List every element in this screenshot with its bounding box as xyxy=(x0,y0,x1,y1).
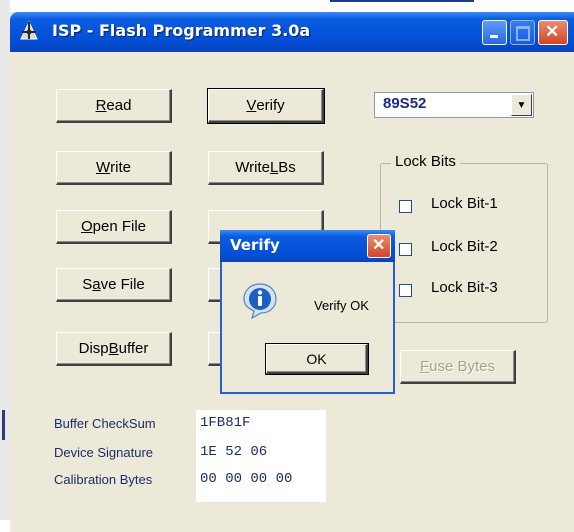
write-button[interactable]: Write xyxy=(56,151,172,185)
read-button[interactable]: Read xyxy=(56,89,172,123)
calibration-bytes-label: Calibration Bytes xyxy=(54,472,153,487)
desktop-mark xyxy=(2,410,5,440)
desktop-edge xyxy=(0,0,10,520)
lock-bit-2-label: Lock Bit-2 xyxy=(431,238,498,255)
title-bar[interactable]: ISP - Flash Programmer 3.0a xyxy=(10,12,574,52)
save-file-button-access-key: a xyxy=(92,276,101,293)
fuse-bytes-button-label: use Bytes xyxy=(429,358,496,375)
dialog-title-bar[interactable]: Verify xyxy=(220,230,395,262)
save-file-button-label: ve File xyxy=(100,276,145,293)
lock-bit-2-checkbox[interactable] xyxy=(399,243,412,256)
lock-bit-1-label: Lock Bit-1 xyxy=(431,195,498,212)
isp-app-icon[interactable] xyxy=(18,20,40,42)
device-select-value: 89S52 xyxy=(383,95,427,112)
device-signature-value: 1E 52 06 xyxy=(200,444,268,460)
save-file-button-label-pre: S xyxy=(82,276,93,293)
device-signature-label: Device Signature xyxy=(54,445,153,460)
save-file-button[interactable]: Sa ve File xyxy=(56,268,172,302)
buffer-checksum-label: Buffer CheckSum xyxy=(54,416,156,431)
lock-bit-3-checkbox[interactable] xyxy=(399,284,412,297)
chevron-down-icon[interactable]: ▼ xyxy=(511,94,532,116)
verify-button-access-key: V xyxy=(246,97,257,114)
desktop-window-edge xyxy=(330,0,474,2)
write-lbs-button[interactable]: Write L Bs xyxy=(208,151,324,185)
disp-buffer-button-access-key: B xyxy=(108,340,119,357)
dialog-message: Verify OK xyxy=(314,298,369,313)
read-button-label: ead xyxy=(106,97,132,114)
write-button-label: rite xyxy=(110,159,131,176)
window-title: ISP - Flash Programmer 3.0a xyxy=(52,21,311,40)
dialog-close-icon[interactable] xyxy=(367,234,391,258)
buffer-checksum-value: 1FB81F xyxy=(200,415,251,431)
maximize-icon xyxy=(510,20,535,45)
write-lbs-button-access-key: L xyxy=(269,159,279,176)
device-select[interactable]: 89S52 ▼ xyxy=(374,92,534,118)
verify-dialog: Verify Verify OK OK xyxy=(220,230,395,394)
disp-buffer-button[interactable]: Disp Buffer xyxy=(56,332,172,366)
close-icon[interactable] xyxy=(538,20,568,45)
verify-button[interactable]: Verify xyxy=(207,88,325,124)
open-file-button-label: pen File xyxy=(92,218,147,235)
fuse-bytes-button-access-key: F xyxy=(419,358,430,375)
write-button-access-key: W xyxy=(95,159,111,176)
open-file-button[interactable]: Open File xyxy=(56,210,172,244)
calibration-bytes-value: 00 00 00 00 xyxy=(200,471,293,487)
read-button-access-key: R xyxy=(95,97,107,114)
lock-bits-label: Lock Bits xyxy=(391,153,460,170)
open-file-button-access-key: O xyxy=(80,218,93,235)
dialog-title: Verify xyxy=(230,236,280,254)
fuse-bytes-button: Fuse Bytes xyxy=(400,350,516,384)
write-lbs-button-label: Bs xyxy=(278,159,296,176)
minimize-icon[interactable] xyxy=(482,20,507,45)
info-icon xyxy=(243,283,277,320)
verify-button-label: erify xyxy=(256,97,285,114)
disp-buffer-button-label-pre: Disp xyxy=(78,340,109,357)
lock-bit-1-checkbox[interactable] xyxy=(399,200,412,213)
lock-bit-3-label: Lock Bit-3 xyxy=(431,279,498,296)
main-window: ISP - Flash Programmer 3.0a Read Write O… xyxy=(10,12,574,532)
write-lbs-button-label-pre: Write xyxy=(235,159,270,176)
ok-button[interactable]: OK xyxy=(265,343,369,375)
disp-buffer-button-label: uffer xyxy=(118,340,149,357)
